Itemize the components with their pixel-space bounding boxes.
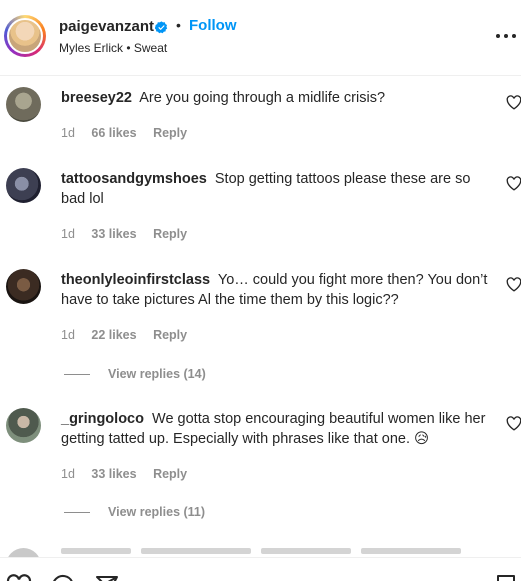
reply-button[interactable]: Reply xyxy=(153,227,187,241)
comment-likes[interactable]: 33 likes xyxy=(91,467,136,481)
view-replies-button[interactable]: View replies (11) xyxy=(64,505,205,519)
audio-subtitle[interactable]: Myles Erlick • Sweat xyxy=(59,41,167,55)
comment-likes[interactable]: 66 likes xyxy=(91,126,136,140)
comment-time: 1d xyxy=(61,227,75,241)
view-replies-label: View replies (11) xyxy=(108,505,206,519)
more-options-icon[interactable] xyxy=(496,30,516,42)
commenter-avatar[interactable] xyxy=(6,408,41,443)
view-replies-label: View replies (14) xyxy=(108,367,206,381)
comment-username[interactable]: theonlyleoinfirstclass xyxy=(61,272,210,288)
comment-icon[interactable] xyxy=(50,574,76,581)
heart-icon[interactable] xyxy=(6,574,32,581)
comment-time: 1d xyxy=(61,467,75,481)
commenter-avatar[interactable] xyxy=(6,168,41,203)
comment-likes[interactable]: 22 likes xyxy=(91,328,136,342)
author-username[interactable]: paigevanzant xyxy=(59,18,154,35)
replies-divider-line xyxy=(64,512,90,514)
reply-button[interactable]: Reply xyxy=(153,328,187,342)
reply-button[interactable]: Reply xyxy=(153,467,187,481)
comment-time: 1d xyxy=(61,126,75,140)
post-action-bar xyxy=(0,557,521,581)
heart-icon[interactable] xyxy=(506,95,521,110)
author-avatar-image xyxy=(7,18,43,54)
replies-divider-line xyxy=(64,374,90,376)
comment-username[interactable]: tattoosandgymshoes xyxy=(61,171,207,187)
post-header: paigevanzant • Follow Myles Erlick • Swe… xyxy=(0,0,521,76)
follow-button[interactable]: Follow xyxy=(189,17,237,34)
bookmark-icon[interactable] xyxy=(495,574,517,581)
author-avatar[interactable] xyxy=(4,15,46,57)
view-replies-button[interactable]: View replies (14) xyxy=(64,367,206,381)
comment-likes[interactable]: 33 likes xyxy=(91,227,136,241)
comment-username[interactable]: _gringoloco xyxy=(61,411,144,427)
share-icon[interactable] xyxy=(94,574,120,581)
header-separator: • xyxy=(176,17,181,33)
heart-icon[interactable] xyxy=(506,416,521,431)
reply-button[interactable]: Reply xyxy=(153,126,187,140)
comment-text: Are you going through a midlife crisis? xyxy=(139,90,386,106)
commenter-avatar[interactable] xyxy=(6,269,41,304)
commenter-avatar[interactable] xyxy=(6,87,41,122)
heart-icon[interactable] xyxy=(506,277,521,292)
comment-time: 1d xyxy=(61,328,75,342)
verified-badge-icon xyxy=(155,21,168,34)
heart-icon[interactable] xyxy=(506,176,521,191)
comment-username[interactable]: breesey22 xyxy=(61,90,132,106)
comment-text-partial xyxy=(61,548,481,554)
